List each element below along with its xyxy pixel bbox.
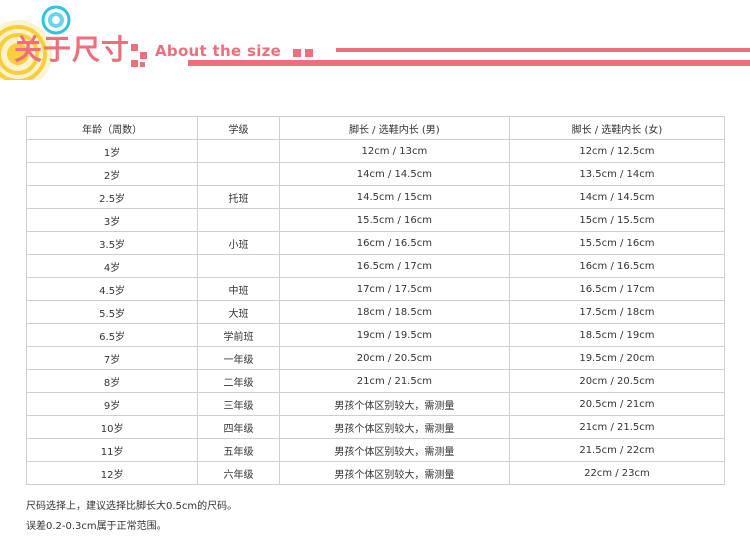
cell-age: 11岁 <box>25 438 199 462</box>
decor-square <box>131 44 138 51</box>
table-row: 12岁 六年级 男孩个体区别较大，需测量 22cm / 23cm <box>25 461 726 485</box>
cell-girls-size: 21cm / 21.5cm <box>508 415 726 439</box>
size-advice-note: 尺码选择上，建议选择比脚长大0.5cm的尺码。 <box>26 501 238 512</box>
decor-square <box>140 62 145 67</box>
cell-girls-size: 15.5cm / 16cm <box>508 231 726 255</box>
cell-boys-size: 14cm / 14.5cm <box>278 162 510 186</box>
cell-girls-size: 18.5cm / 19cm <box>508 323 726 347</box>
cell-age: 7岁 <box>25 346 199 370</box>
cell-boys-size: 18cm / 18.5cm <box>278 300 510 324</box>
cell-boys-size: 14.5cm / 15cm <box>278 185 510 209</box>
cell-boys-size: 21cm / 21.5cm <box>278 369 510 393</box>
header-girls-size: 脚长 / 选鞋内长 (女) <box>508 116 726 140</box>
cell-boys-size: 男孩个体区别较大，需测量 <box>278 461 510 485</box>
cell-grade: 大班 <box>197 300 280 324</box>
cell-boys-size: 男孩个体区别较大，需测量 <box>278 415 510 439</box>
page-header: 关于尺寸 About the size <box>0 0 750 80</box>
cell-boys-size: 16.5cm / 17cm <box>278 254 510 278</box>
table-row: 4.5岁 中班 17cm / 17.5cm 16.5cm / 17cm <box>25 277 726 301</box>
cell-boys-size: 12cm / 13cm <box>278 139 510 163</box>
cell-grade <box>197 254 280 278</box>
table-row: 5.5岁 大班 18cm / 18.5cm 17.5cm / 18cm <box>25 300 726 324</box>
cell-age: 4.5岁 <box>25 277 199 301</box>
table-row: 1岁 12cm / 13cm 12cm / 12.5cm <box>25 139 726 163</box>
cell-grade: 四年级 <box>197 415 280 439</box>
table-row: 4岁 16.5cm / 17cm 16cm / 16.5cm <box>25 254 726 278</box>
cell-boys-size: 男孩个体区别较大，需测量 <box>278 438 510 462</box>
cell-girls-size: 14cm / 14.5cm <box>508 185 726 209</box>
table-row: 3岁 15.5cm / 16cm 15cm / 15.5cm <box>25 208 726 232</box>
cell-grade: 托班 <box>197 185 280 209</box>
table-row: 2岁 14cm / 14.5cm 13.5cm / 14cm <box>25 162 726 186</box>
tolerance-note: 误差0.2-0.3cm属于正常范围。 <box>26 521 167 532</box>
cell-age: 8岁 <box>25 369 199 393</box>
cell-boys-size: 19cm / 19.5cm <box>278 323 510 347</box>
cell-grade <box>197 139 280 163</box>
cell-boys-size: 男孩个体区别较大，需测量 <box>278 392 510 416</box>
cell-girls-size: 22cm / 23cm <box>508 461 726 485</box>
cell-girls-size: 17.5cm / 18cm <box>508 300 726 324</box>
table-header-row: 年龄（周数） 学级 脚长 / 选鞋内长 (男) 脚长 / 选鞋内长 (女) <box>25 116 726 140</box>
cell-age: 3.5岁 <box>25 231 199 255</box>
section-title-en: About the size <box>155 42 282 60</box>
cell-grade: 中班 <box>197 277 280 301</box>
cell-girls-size: 15cm / 15.5cm <box>508 208 726 232</box>
cell-age: 2岁 <box>25 162 199 186</box>
table-row: 9岁 三年级 男孩个体区别较大，需测量 20.5cm / 21cm <box>25 392 726 416</box>
cell-grade: 一年级 <box>197 346 280 370</box>
cell-boys-size: 20cm / 20.5cm <box>278 346 510 370</box>
cell-boys-size: 15.5cm / 16cm <box>278 208 510 232</box>
decor-square <box>293 49 301 57</box>
cell-girls-size: 21.5cm / 22cm <box>508 438 726 462</box>
table-row: 2.5岁 托班 14.5cm / 15cm 14cm / 14.5cm <box>25 185 726 209</box>
cell-girls-size: 16.5cm / 17cm <box>508 277 726 301</box>
table-row: 11岁 五年级 男孩个体区别较大，需测量 21.5cm / 22cm <box>25 438 726 462</box>
cell-girls-size: 19.5cm / 20cm <box>508 346 726 370</box>
header-stripe-top <box>336 48 750 52</box>
cell-age: 9岁 <box>25 392 199 416</box>
header-stripe-bottom <box>188 60 750 66</box>
cell-age: 6.5岁 <box>25 323 199 347</box>
cell-age: 2.5岁 <box>25 185 199 209</box>
table-row: 6.5岁 学前班 19cm / 19.5cm 18.5cm / 19cm <box>25 323 726 347</box>
cell-girls-size: 20cm / 20.5cm <box>508 369 726 393</box>
cell-grade: 二年级 <box>197 369 280 393</box>
cell-grade <box>197 208 280 232</box>
table-row: 3.5岁 小班 16cm / 16.5cm 15.5cm / 16cm <box>25 231 726 255</box>
cell-boys-size: 16cm / 16.5cm <box>278 231 510 255</box>
decor-square <box>131 60 138 67</box>
cell-grade <box>197 162 280 186</box>
decor-square <box>140 52 147 59</box>
decor-square <box>305 49 313 57</box>
table-row: 10岁 四年级 男孩个体区别较大，需测量 21cm / 21.5cm <box>25 415 726 439</box>
cell-boys-size: 17cm / 17.5cm <box>278 277 510 301</box>
cell-age: 4岁 <box>25 254 199 278</box>
cell-girls-size: 20.5cm / 21cm <box>508 392 726 416</box>
header-grade: 学级 <box>197 116 280 140</box>
cell-age: 12岁 <box>25 461 199 485</box>
cell-grade: 学前班 <box>197 323 280 347</box>
cell-girls-size: 13.5cm / 14cm <box>508 162 726 186</box>
cell-grade: 三年级 <box>197 392 280 416</box>
cell-age: 1岁 <box>25 139 199 163</box>
cell-age: 5.5岁 <box>25 300 199 324</box>
cell-age: 10岁 <box>25 415 199 439</box>
header-age: 年龄（周数） <box>25 116 199 140</box>
cell-grade: 六年级 <box>197 461 280 485</box>
cell-age: 3岁 <box>25 208 199 232</box>
size-table: 年龄（周数） 学级 脚长 / 选鞋内长 (男) 脚长 / 选鞋内长 (女) 1岁… <box>25 116 726 485</box>
section-title-cn: 关于尺寸 <box>14 33 131 66</box>
table-row: 7岁 一年级 20cm / 20.5cm 19.5cm / 20cm <box>25 346 726 370</box>
header-boys-size: 脚长 / 选鞋内长 (男) <box>278 116 510 140</box>
table-row: 8岁 二年级 21cm / 21.5cm 20cm / 20.5cm <box>25 369 726 393</box>
cell-grade: 五年级 <box>197 438 280 462</box>
cell-girls-size: 16cm / 16.5cm <box>508 254 726 278</box>
cell-girls-size: 12cm / 12.5cm <box>508 139 726 163</box>
cell-grade: 小班 <box>197 231 280 255</box>
